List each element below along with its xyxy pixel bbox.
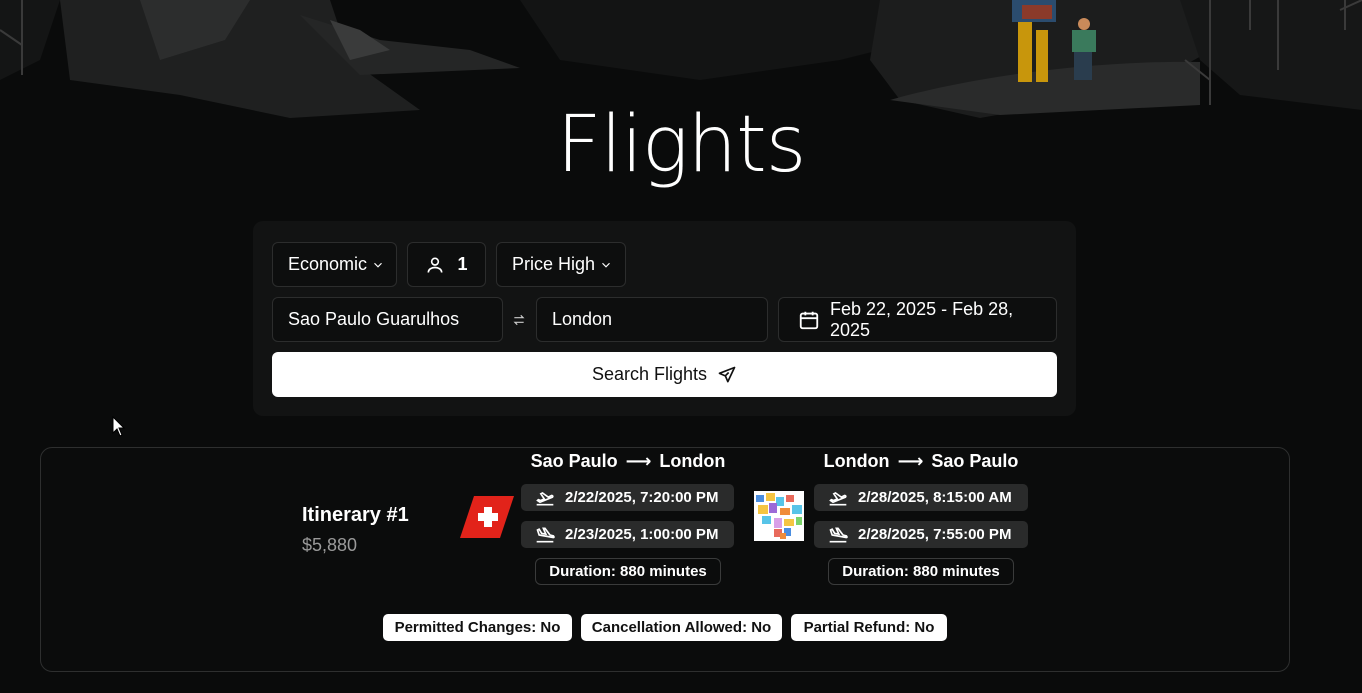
itinerary-card[interactable]: Itinerary #1 $5,880 Sao Paulo ⟶ London 2/2… xyxy=(40,447,1290,672)
outbound-arrival-time: 2/23/2025, 1:00:00 PM xyxy=(565,526,719,543)
partial-refund-badge: Partial Refund: No xyxy=(791,614,947,641)
cabin-class-value: Economic xyxy=(288,254,368,274)
outbound-to: London xyxy=(659,451,726,471)
destination-value: London xyxy=(552,309,613,329)
return-arrival-time: 2/28/2025, 7:55:00 PM xyxy=(858,526,1012,543)
sort-value: Price High xyxy=(512,254,596,274)
return-arrival: 2/28/2025, 7:55:00 PM xyxy=(814,521,1028,548)
search-panel: Economic 1 Price High Sao Paulo Guarulho… xyxy=(253,221,1076,416)
date-range-value: Feb 22, 2025 - Feb 28, 2025 xyxy=(830,298,1014,340)
return-departure-time: 2/28/2025, 8:15:00 AM xyxy=(858,489,1012,506)
plane-icon xyxy=(718,366,736,382)
itinerary-title: Itinerary #1 xyxy=(302,504,409,526)
swap-locations-button[interactable] xyxy=(509,310,529,330)
mouse-cursor-icon xyxy=(112,416,126,437)
return-to: Sao Paulo xyxy=(931,451,1019,471)
return-departure: 2/28/2025, 8:15:00 AM xyxy=(814,484,1028,511)
sort-dropdown[interactable]: Price High xyxy=(496,242,626,287)
return-route: London ⟶ Sao Paulo xyxy=(814,451,1028,472)
itinerary-price: $5,880 xyxy=(302,535,358,555)
arrow-icon: ⟶ xyxy=(625,451,652,471)
outbound-duration: Duration: 880 minutes xyxy=(535,558,721,585)
search-flights-label: Search Flights xyxy=(591,364,708,384)
outbound-departure: 2/22/2025, 7:20:00 PM xyxy=(521,484,734,511)
origin-value: Sao Paulo Guarulhos xyxy=(288,309,460,329)
outbound-arrival: 2/23/2025, 1:00:00 PM xyxy=(521,521,734,548)
airline-logo-swiss xyxy=(460,496,514,538)
takeoff-icon xyxy=(536,491,554,505)
origin-input[interactable]: Sao Paulo Guarulhos xyxy=(272,297,503,342)
passengers-count: 1 xyxy=(457,254,468,274)
cabin-class-dropdown[interactable]: Economic xyxy=(272,242,397,287)
arrow-icon: ⟶ xyxy=(897,451,924,471)
cancellation-badge: Cancellation Allowed: No xyxy=(581,614,782,641)
search-flights-button[interactable]: Search Flights xyxy=(272,352,1057,397)
chevron-down-icon xyxy=(602,262,610,268)
takeoff-icon xyxy=(829,491,847,505)
destination-input[interactable]: London xyxy=(536,297,768,342)
calendar-icon xyxy=(799,311,819,329)
page-title: Flights xyxy=(556,100,807,190)
outbound-departure-time: 2/22/2025, 7:20:00 PM xyxy=(565,489,719,506)
user-icon xyxy=(427,257,443,273)
return-duration: Duration: 880 minutes xyxy=(828,558,1014,585)
outbound-from: Sao Paulo xyxy=(530,451,618,471)
date-range-picker[interactable]: Feb 22, 2025 - Feb 28, 2025 xyxy=(778,297,1057,342)
airline-logo-colorful xyxy=(754,491,804,541)
landing-icon xyxy=(829,527,848,542)
passengers-button[interactable]: 1 xyxy=(407,242,486,287)
return-from: London xyxy=(823,451,890,471)
outbound-route: Sao Paulo ⟶ London xyxy=(521,451,735,472)
chevron-down-icon xyxy=(374,262,382,268)
landing-icon xyxy=(536,527,555,542)
swap-icon xyxy=(513,314,525,326)
permitted-changes-badge: Permitted Changes: No xyxy=(383,614,572,641)
